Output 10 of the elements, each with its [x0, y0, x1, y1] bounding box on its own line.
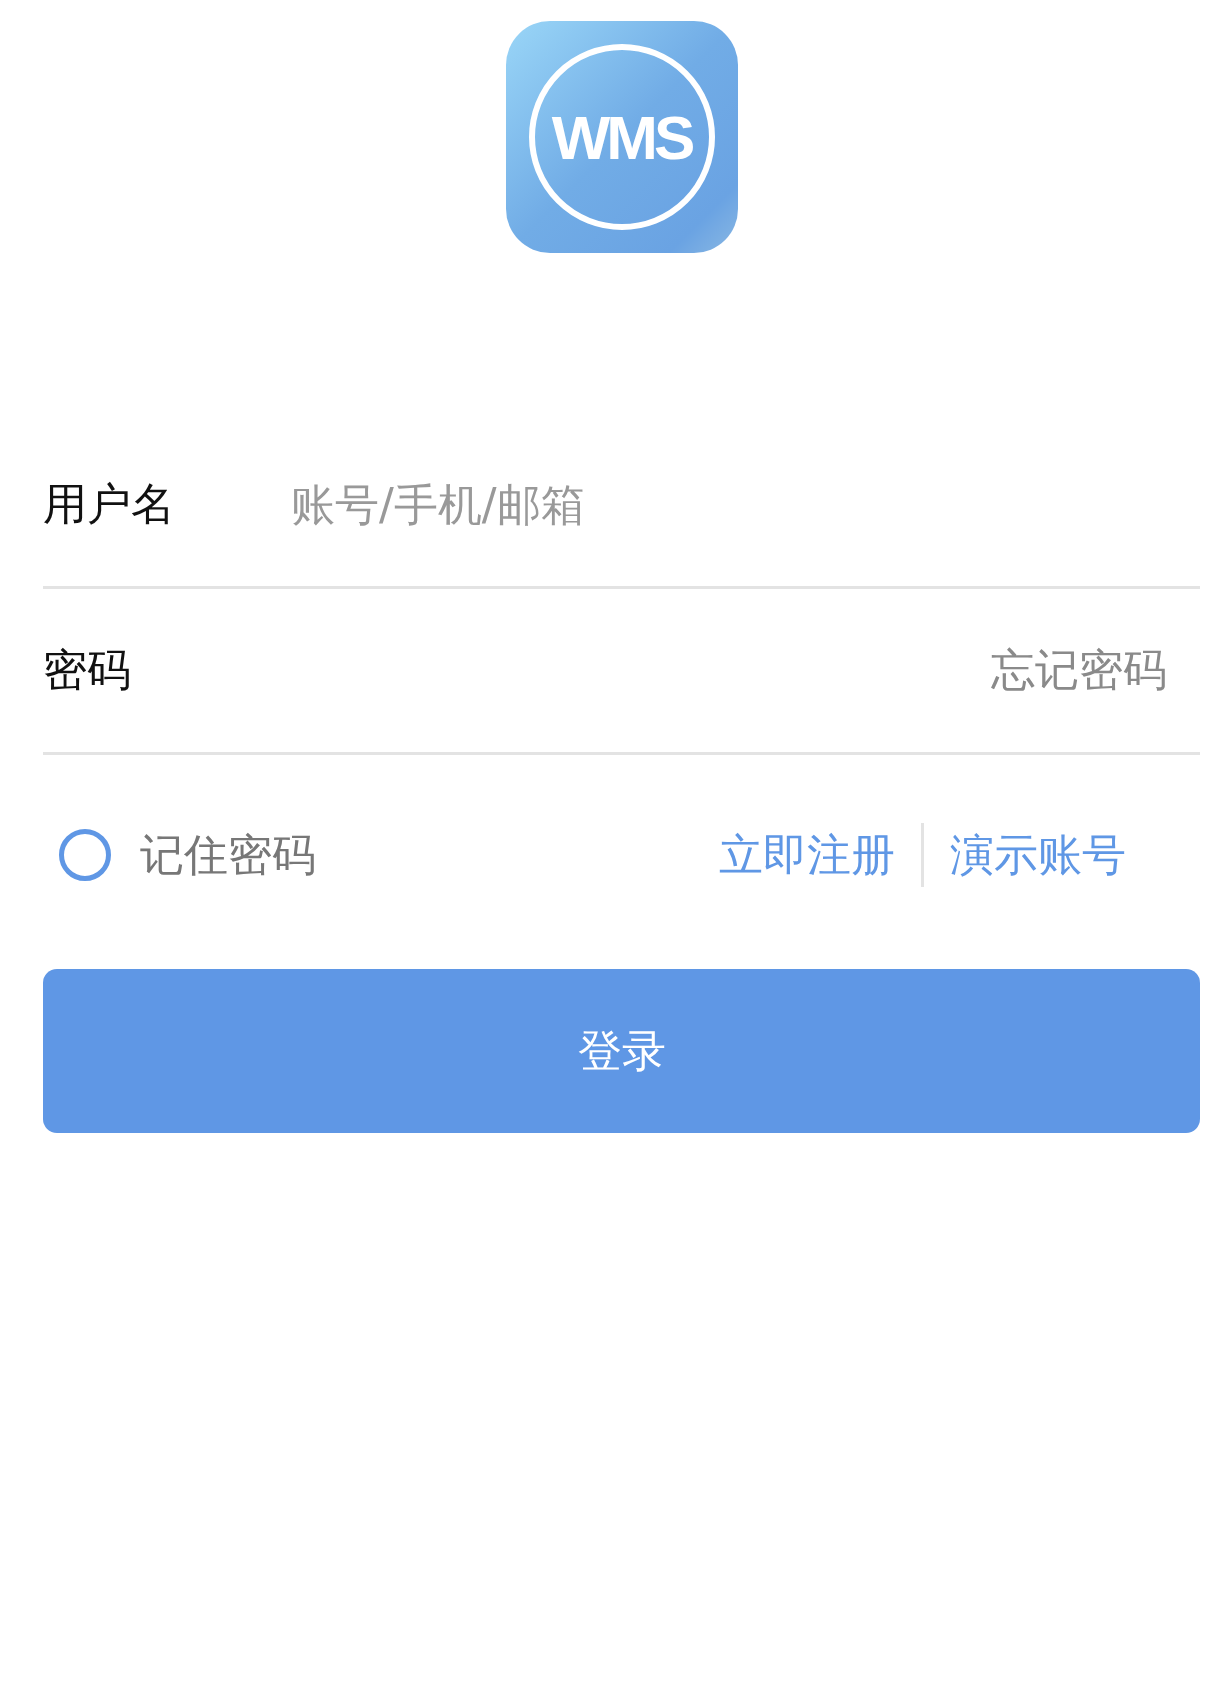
field-label: 用户名: [43, 477, 176, 531]
text-link[interactable]: 立即注册: [719, 825, 895, 885]
login-button[interactable]: 登录: [43, 969, 1200, 1133]
remember-checkbox[interactable]: [59, 829, 111, 881]
remember-label: 记住密码: [140, 827, 316, 882]
text-link[interactable]: 演示账号: [950, 825, 1126, 885]
username-field[interactable]: 账号/手机/邮箱: [291, 479, 1200, 530]
field-label: 密码: [43, 643, 132, 697]
logo-text: WMS: [551, 101, 692, 173]
forgot-password-link[interactable]: 忘记密码: [991, 641, 1167, 700]
